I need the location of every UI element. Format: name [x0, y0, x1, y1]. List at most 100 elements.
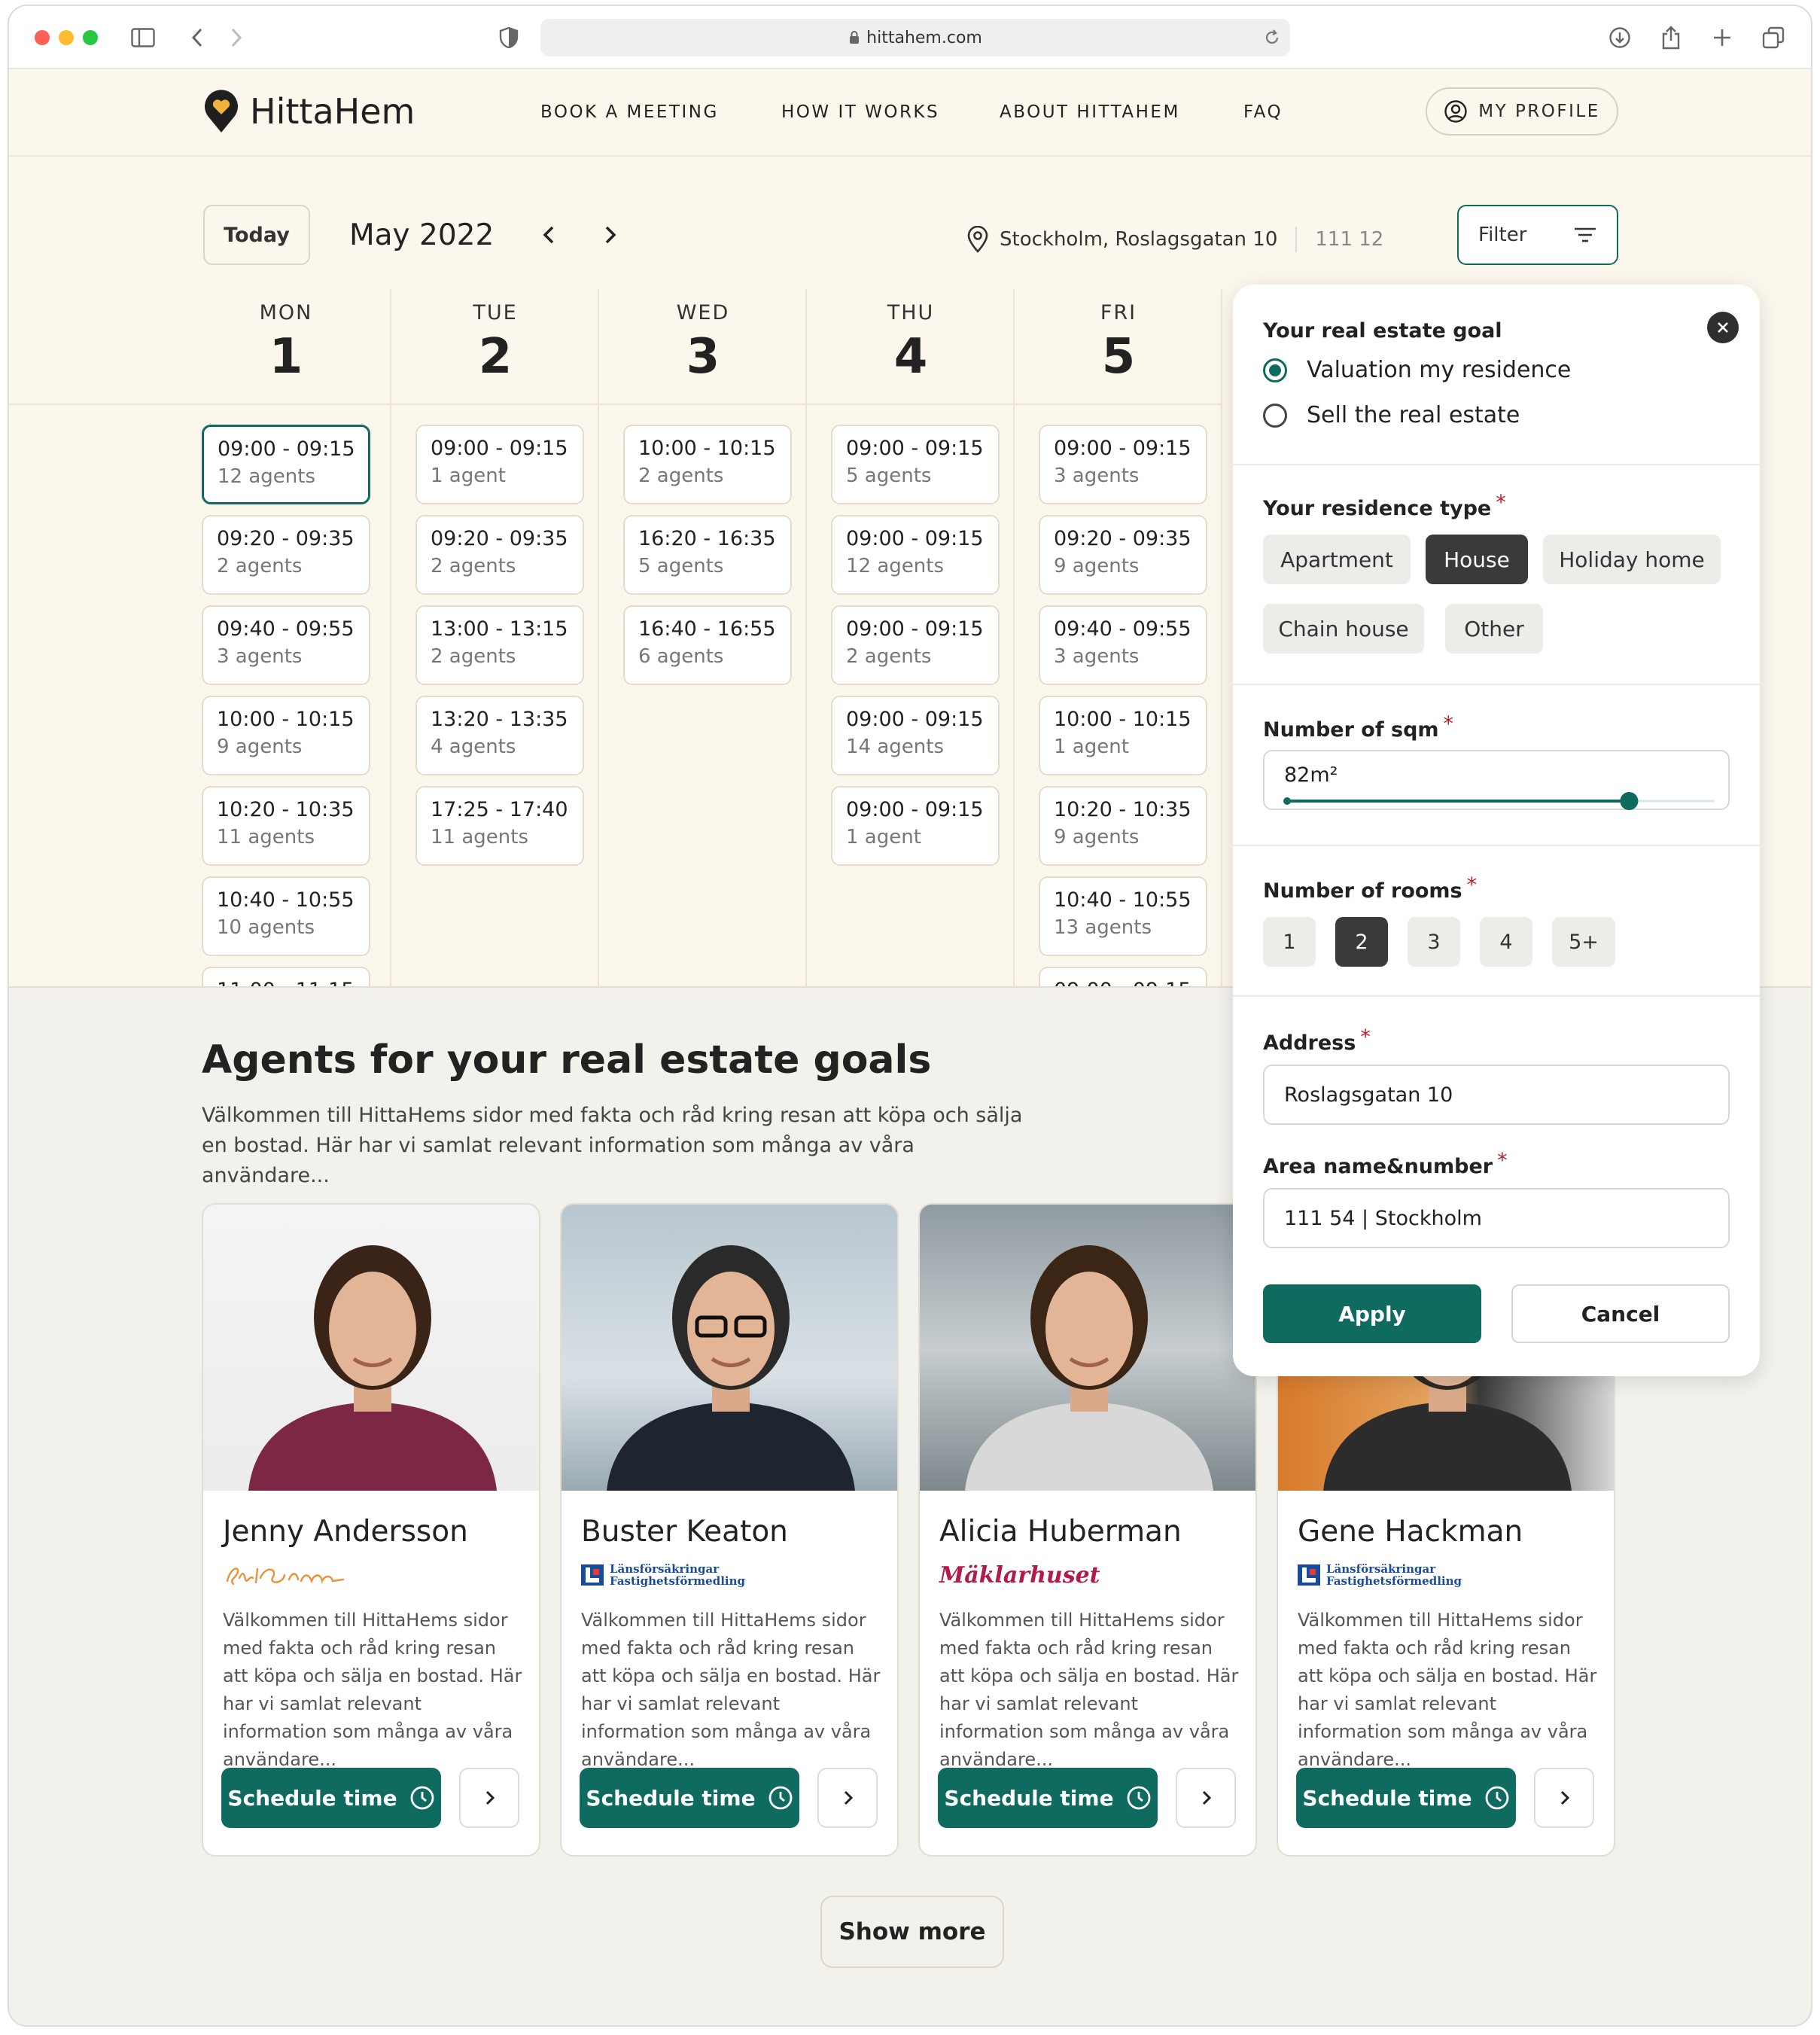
agent-card: Jenny Andersson Välkommen till HittaHems … — [202, 1203, 540, 1857]
forward-icon[interactable] — [223, 24, 250, 51]
time-slot[interactable]: 10:20 - 10:35 11 agents — [202, 786, 370, 866]
time-slot[interactable]: 11:00 - 11:15 — [202, 967, 370, 986]
close-window-button[interactable] — [35, 30, 50, 45]
time-slot[interactable]: 10:20 - 10:35 9 agents — [1039, 786, 1207, 866]
time-slot[interactable]: 13:00 - 13:15 2 agents — [415, 605, 584, 685]
agent-description: Välkommen till HittaHems sidor med fakta… — [581, 1610, 881, 1770]
time-slot[interactable]: 10:00 - 10:15 2 agents — [623, 425, 792, 504]
time-slot[interactable]: 09:20 - 09:35 9 agents — [1039, 515, 1207, 595]
slot-agents: 6 agents — [638, 645, 724, 668]
time-slot[interactable]: 09:00 - 09:15 12 agents — [831, 515, 1000, 595]
goal-option-valuation[interactable]: Valuation my residence — [1263, 357, 1571, 383]
nav-how-it-works[interactable]: HOW IT WORKS — [781, 102, 939, 122]
nav-faq[interactable]: FAQ — [1243, 102, 1283, 122]
goal-option-sell[interactable]: Sell the real estate — [1263, 402, 1520, 428]
time-slot[interactable]: 09:00 - 09:15 3 agents — [1039, 425, 1207, 504]
time-slot[interactable]: 09:40 - 09:55 3 agents — [202, 605, 370, 685]
schedule-time-button[interactable]: Schedule time — [221, 1768, 441, 1828]
my-profile-button[interactable]: MY PROFILE — [1426, 87, 1618, 136]
agent-details-button[interactable] — [1176, 1768, 1236, 1828]
time-slot[interactable]: 16:20 - 16:35 5 agents — [623, 515, 792, 595]
time-slot[interactable]: 16:40 - 16:55 6 agents — [623, 605, 792, 685]
agent-details-button[interactable] — [817, 1768, 878, 1828]
address-input[interactable]: Roslagsgatan 10 — [1263, 1065, 1730, 1125]
rooms-option-4[interactable]: 4 — [1480, 917, 1532, 967]
agent-details-button[interactable] — [1534, 1768, 1594, 1828]
time-slot[interactable]: 09:00 - 09:15 2 agents — [831, 605, 1000, 685]
day-number: 2 — [478, 329, 513, 385]
schedule-time-button[interactable]: Schedule time — [938, 1768, 1158, 1828]
sidebar-toggle-icon[interactable] — [129, 24, 157, 51]
rooms-option-2[interactable]: 2 — [1335, 917, 1388, 967]
location-selector[interactable]: Stockholm, Roslagsgatan 10 111 12 — [966, 226, 1383, 253]
show-more-button[interactable]: Show more — [820, 1896, 1004, 1968]
apply-button[interactable]: Apply — [1263, 1284, 1481, 1343]
prev-month-icon[interactable] — [536, 221, 563, 248]
time-slot[interactable]: 09:00 - 09:15 5 agents — [831, 425, 1000, 504]
time-slot[interactable]: 10:00 - 10:15 9 agents — [202, 696, 370, 775]
time-slot[interactable]: 09:20 - 09:35 2 agents — [415, 515, 584, 595]
slider-handle — [1620, 792, 1639, 810]
download-icon[interactable] — [1606, 24, 1633, 51]
time-slot[interactable]: 10:40 - 10:55 10 agents — [202, 876, 370, 956]
shield-icon[interactable] — [495, 24, 522, 51]
slot-agents: 2 agents — [846, 645, 932, 668]
divider — [1295, 227, 1298, 252]
day-header: THU 4 — [807, 289, 1013, 405]
rooms-option-1[interactable]: 1 — [1263, 917, 1316, 967]
chevron-right-icon — [485, 1790, 495, 1805]
slot-time: 10:00 - 10:15 — [217, 708, 355, 731]
today-button[interactable]: Today — [203, 205, 310, 265]
time-slot[interactable]: 09:00 - 09:15 14 agents — [831, 696, 1000, 775]
zoom-window-button[interactable] — [83, 30, 98, 45]
sqm-slider[interactable] — [1283, 792, 1719, 810]
nav-about[interactable]: ABOUT HITTAHEM — [1000, 102, 1180, 122]
time-slot[interactable]: 13:20 - 13:35 4 agents — [415, 696, 584, 775]
time-slot[interactable]: 10:00 - 10:15 1 agent — [1039, 696, 1207, 775]
cancel-button[interactable]: Cancel — [1511, 1284, 1730, 1343]
area-input[interactable]: 111 54 | Stockholm — [1263, 1188, 1730, 1248]
type-apartment-chip[interactable]: Apartment — [1263, 535, 1411, 584]
sqm-field[interactable]: 82m² — [1263, 750, 1730, 810]
slot-time: 09:00 - 09:15 — [846, 617, 984, 641]
time-slot[interactable]: 09:00 - 09:15 1 agent — [831, 786, 1000, 866]
back-icon[interactable] — [184, 24, 211, 51]
agent-details-button[interactable] — [459, 1768, 519, 1828]
time-slot[interactable]: 10:40 - 10:55 13 agents — [1039, 876, 1207, 956]
time-slot[interactable]: 09:00 - 09:15 — [1039, 967, 1207, 986]
address-label: Address * — [1263, 1025, 1371, 1055]
agent-card: Alicia Huberman Mäklarhuset Välkommen till… — [918, 1203, 1257, 1857]
clock-icon — [1127, 1786, 1150, 1810]
minimize-window-button[interactable] — [59, 30, 74, 45]
close-panel-button[interactable] — [1707, 312, 1739, 343]
time-slot[interactable]: 09:00 - 09:15 12 agents — [202, 425, 370, 504]
type-chain-house-chip[interactable]: Chain house — [1263, 604, 1424, 653]
slot-time: 09:00 - 09:15 — [846, 437, 984, 460]
goal-label: Your real estate goal — [1263, 319, 1502, 343]
new-tab-icon[interactable] — [1709, 24, 1736, 51]
type-house-chip[interactable]: House — [1426, 535, 1528, 584]
time-slot[interactable]: 09:40 - 09:55 3 agents — [1039, 605, 1207, 685]
type-other-chip[interactable]: Other — [1445, 604, 1543, 653]
next-month-icon[interactable] — [596, 221, 623, 248]
site-logo[interactable]: HittaHem — [202, 89, 415, 134]
time-slot[interactable]: 09:00 - 09:15 1 agent — [415, 425, 584, 504]
type-holiday-home-chip[interactable]: Holiday home — [1543, 535, 1721, 584]
slot-agents: 2 agents — [638, 465, 724, 487]
slot-agents: 13 agents — [1054, 916, 1152, 939]
time-slot[interactable]: 17:25 - 17:40 11 agents — [415, 786, 584, 866]
time-slot[interactable]: 09:20 - 09:35 2 agents — [202, 515, 370, 595]
address-bar[interactable]: hittahem.com — [540, 19, 1290, 56]
nav-book-meeting[interactable]: BOOK A MEETING — [540, 102, 719, 122]
share-icon[interactable] — [1657, 24, 1685, 51]
schedule-time-button[interactable]: Schedule time — [580, 1768, 799, 1828]
schedule-time-button[interactable]: Schedule time — [1296, 1768, 1516, 1828]
residence-type-section: Your residence type * Apartment House Hol… — [1233, 465, 1760, 685]
reload-icon[interactable] — [1263, 29, 1281, 47]
filter-button[interactable]: Filter — [1457, 205, 1618, 265]
rooms-option-5plus[interactable]: 5+ — [1552, 917, 1615, 967]
tab-overview-icon[interactable] — [1760, 24, 1787, 51]
schedule-label: Schedule time — [586, 1785, 756, 1811]
clock-icon — [1485, 1786, 1508, 1810]
rooms-option-3[interactable]: 3 — [1408, 917, 1460, 967]
